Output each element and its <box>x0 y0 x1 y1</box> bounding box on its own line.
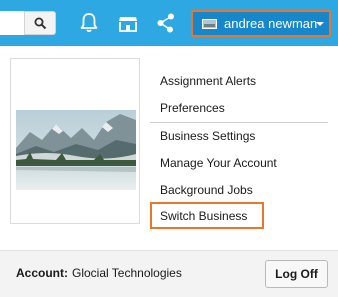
caret-down-icon <box>316 22 324 26</box>
search-input[interactable] <box>0 11 24 35</box>
mountain-lake-photo <box>16 110 136 190</box>
notifications-button[interactable] <box>79 12 101 34</box>
account-label: Account: <box>16 266 68 280</box>
share-button[interactable] <box>155 12 177 34</box>
menu-item-business-settings[interactable]: Business Settings <box>160 129 255 143</box>
menu-item-switch-business[interactable]: Switch Business <box>160 209 247 223</box>
profile-image-card <box>10 58 140 224</box>
search-button[interactable] <box>24 11 56 35</box>
user-menu-button[interactable]: andrea newman <box>191 10 331 37</box>
bell-icon <box>80 13 98 33</box>
account-name: Glocial Technologies <box>72 266 182 280</box>
account-footer: Account: Glocial Technologies Log Off <box>0 250 338 297</box>
store-button[interactable] <box>117 12 139 34</box>
menu-item-background-jobs[interactable]: Background Jobs <box>160 183 253 197</box>
share-icon <box>157 13 174 33</box>
menu-item-assignment-alerts[interactable]: Assignment Alerts <box>160 74 256 88</box>
menu-divider <box>150 122 328 123</box>
menu-item-manage-account[interactable]: Manage Your Account <box>160 156 277 170</box>
store-icon <box>119 17 137 32</box>
menu-item-preferences[interactable]: Preferences <box>160 101 225 115</box>
avatar <box>202 19 217 29</box>
search-icon <box>34 17 47 30</box>
user-name: andrea newman <box>224 16 318 31</box>
log-off-button[interactable]: Log Off <box>265 260 328 288</box>
top-navigation-bar: andrea newman <box>0 0 338 46</box>
